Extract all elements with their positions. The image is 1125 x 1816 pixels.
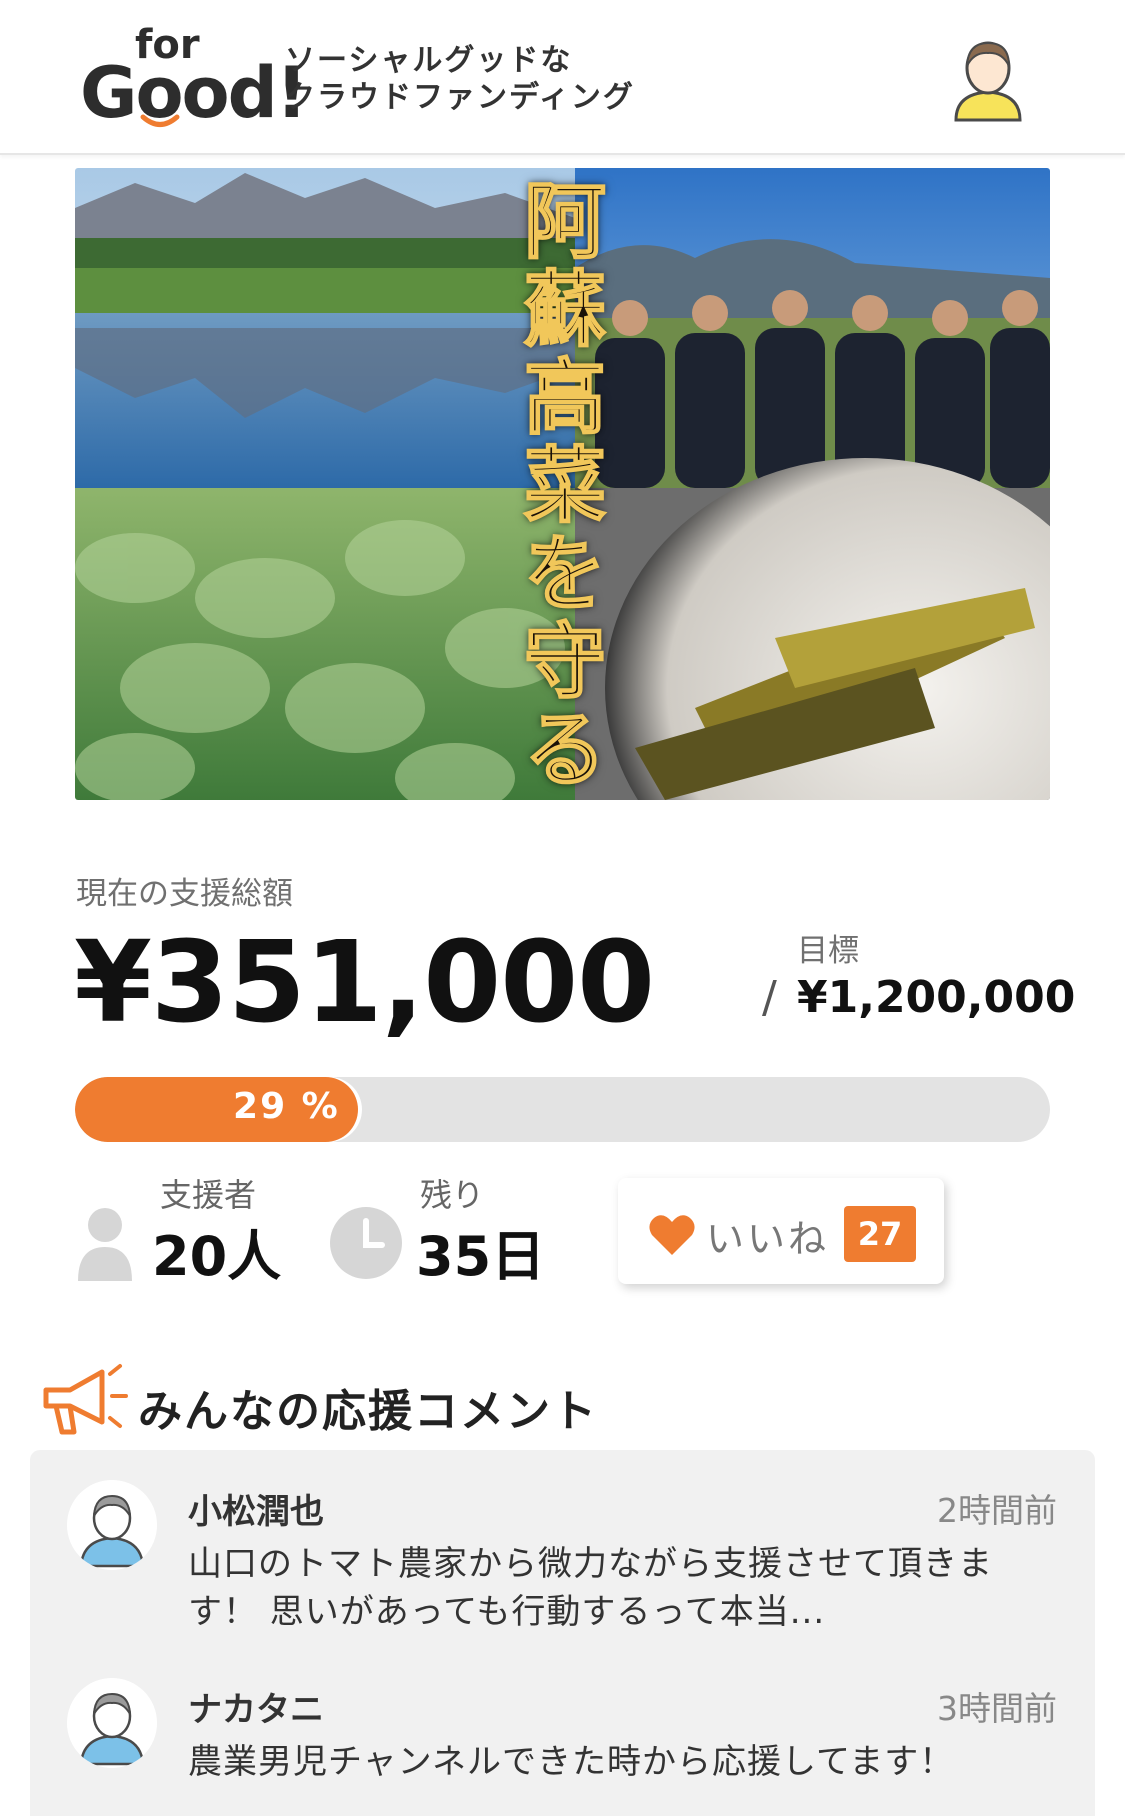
comment-time: 3時間前 <box>937 1689 1057 1728</box>
comments-list: 小松潤也 2時間前 山口のトマト農家から微力ながら支援させて頂きま す！ 思いが… <box>30 1450 1095 1816</box>
user-avatar-icon <box>954 41 1022 122</box>
funding-progress-bar: 29 % <box>75 1077 1050 1142</box>
goal-amount: ¥1,200,000 <box>797 972 1076 1023</box>
like-label: いいね <box>706 1217 830 1261</box>
site-tagline: ソーシャルグッドな クラウドファンディング <box>285 42 635 116</box>
comment-text: 農業男児チャンネルできた時から応援してます！ <box>188 1738 1058 1786</box>
comment-text-line: 山口のトマト農家から微力ながら支援させて頂きま <box>188 1544 993 1584</box>
comment-text: 山口のトマト農家から微力ながら支援させて頂きま す！ 思いがあっても行動するって… <box>188 1540 1058 1636</box>
user-avatar-button[interactable] <box>952 38 1024 122</box>
like-button[interactable]: いいね 27 <box>618 1178 944 1284</box>
progress-fill: 29 % <box>75 1077 358 1142</box>
hero-title: 阿蘇高菜を守る <box>523 174 607 798</box>
forgood-logo[interactable]: for Good! <box>80 22 308 134</box>
supporters-value: 20人 <box>152 1225 282 1288</box>
heart-icon <box>649 1215 695 1255</box>
supporter-person-icon <box>78 1208 132 1281</box>
commenter-avatar <box>67 1480 157 1570</box>
current-amount-label: 現在の支援総額 <box>76 876 293 912</box>
remaining-label: 残り <box>420 1176 485 1214</box>
commenter-name: ナカタニ <box>188 1690 324 1730</box>
commenter-name: 小松潤也 <box>188 1492 324 1532</box>
goal-separator: / <box>762 972 777 1023</box>
megaphone-icon <box>43 1364 128 1435</box>
clock-icon <box>330 1207 402 1279</box>
goal-label: 目標 <box>797 933 859 969</box>
remaining-value: 35日 <box>416 1225 546 1288</box>
tagline-line2: クラウドファンディング <box>285 80 635 115</box>
current-amount: ¥351,000 <box>74 918 655 1048</box>
commenter-avatar <box>67 1678 157 1768</box>
user-avatar-icon <box>67 1678 157 1768</box>
progress-percent: 29 % <box>233 1086 340 1127</box>
tagline-line1: ソーシャルグッドな <box>285 43 573 78</box>
site-header: for Good! ソーシャルグッドな クラウドファンディング <box>0 0 1125 155</box>
comment-text-line: 農業男児チャンネルできた時から応援してます！ <box>188 1742 955 1782</box>
like-count-badge: 27 <box>844 1206 916 1262</box>
comment-time: 2時間前 <box>937 1491 1057 1530</box>
comment-text-line: す！ 思いがあっても行動するって本当... <box>188 1592 826 1632</box>
hero-image: 阿蘇高菜を守る <box>75 168 1050 800</box>
supporters-label: 支援者 <box>160 1176 257 1214</box>
comments-section-title: みんなの応援コメント <box>138 1386 598 1437</box>
user-avatar-icon <box>67 1480 157 1570</box>
logo-smile-icon <box>140 114 180 127</box>
logo-good-text: Good! <box>80 52 308 134</box>
